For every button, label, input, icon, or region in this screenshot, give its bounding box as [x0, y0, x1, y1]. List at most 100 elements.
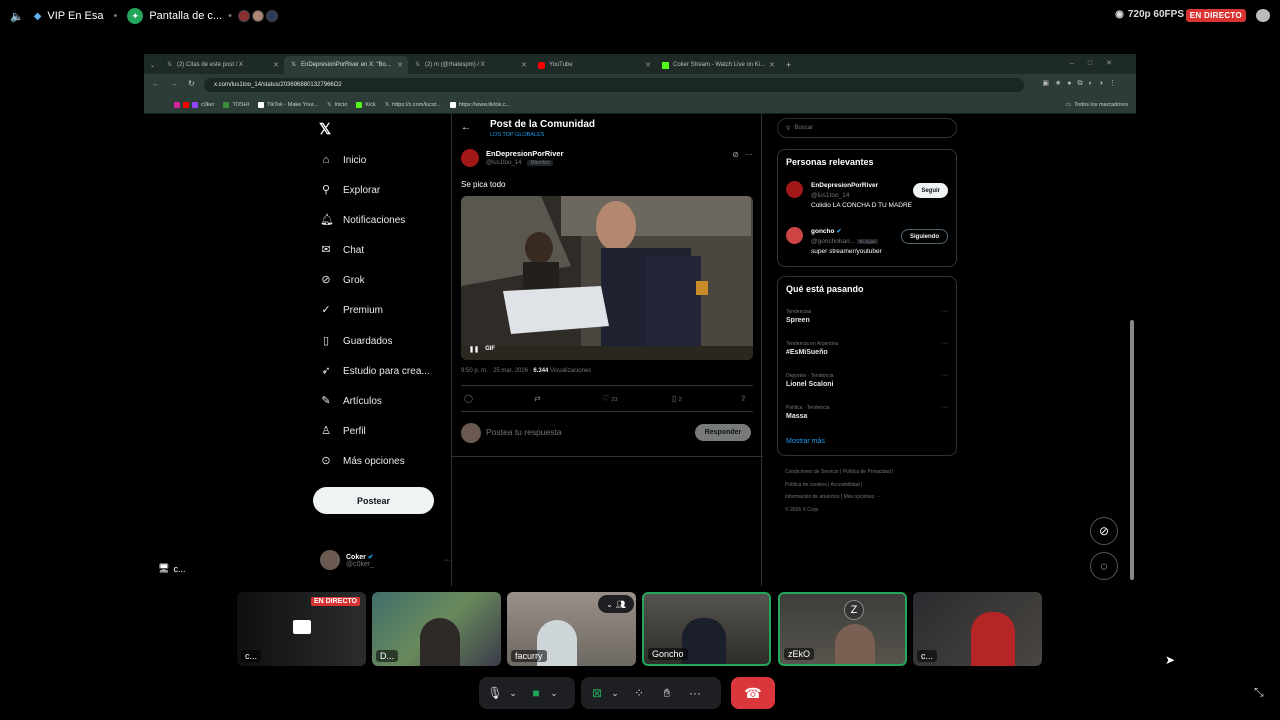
bookmark-4[interactable]: 𝕏 Inicio [327, 102, 347, 108]
bookmark-1[interactable]: c0ker [174, 101, 214, 108]
more-icon[interactable]: ··· [941, 372, 948, 379]
nav-explorar[interactable]: ⚲ Explorar [320, 184, 380, 196]
nav-notificaciones[interactable]: 🔔︎ Notificaciones [320, 214, 405, 226]
more-options-button[interactable]: ··· [684, 682, 706, 704]
share-icon[interactable]: ⇪ [740, 394, 747, 403]
tab-5[interactable]: Coker Stream - Watch Live on Ki... ✕ [656, 56, 780, 74]
exit-fullscreen-icon[interactable]: ⤡ [1254, 685, 1264, 700]
back-arrow-icon[interactable]: ← [461, 122, 471, 133]
more-icon[interactable]: ··· [941, 340, 948, 347]
participant-tile[interactable]: D... [372, 592, 501, 666]
window-controls[interactable]: –□✕ [1070, 59, 1126, 67]
grok-fab[interactable]: ⊘ [1090, 517, 1118, 545]
more-icon[interactable]: ··· [941, 308, 948, 315]
bookmark-button[interactable]: ▯ 2 [672, 394, 682, 403]
participant-tile-stream[interactable]: EN DIRECTO c... [237, 592, 366, 666]
person-row-1[interactable]: EnDepresionPorRiver @lus1too_14 Colidio … [811, 181, 912, 210]
post-handle[interactable]: @lus1too_14 [486, 160, 521, 166]
chat-icon[interactable] [1256, 9, 1270, 22]
more-icon[interactable]: ··· [745, 150, 753, 159]
trend-item[interactable]: Deportes · Tendencia Lionel Scaloni [786, 373, 833, 388]
person-row-2[interactable]: goncho ✔ @gonchoban... Te sigue super st… [811, 227, 882, 256]
tab-2[interactable]: 𝕏 EnDepresionPorRiver en X: "Bo... ✕ [284, 56, 408, 74]
server-info[interactable]: ◆ VIP En Esa • [34, 10, 118, 22]
tab-4[interactable]: YouTube ✕ [532, 56, 656, 74]
participant-tile[interactable]: Goncho [642, 592, 771, 666]
post-button[interactable]: Postear [313, 487, 434, 514]
url-field[interactable]: x.com/lus1too_14/status/2036968801327966… [204, 78, 1024, 92]
x-logo-icon[interactable]: 𝕏 [319, 120, 331, 138]
forward-icon[interactable]: → [170, 79, 178, 88]
nav-grok[interactable]: ⊘ Grok [320, 274, 364, 286]
disconnect-button[interactable]: ☎︎ [731, 677, 775, 709]
mic-options-button[interactable]: ⌄ [506, 682, 520, 704]
footer-link[interactable]: Accesibilidad [831, 482, 860, 488]
participant-tile[interactable]: Z zEkO [778, 592, 907, 666]
nav-estudio[interactable]: ➶ Estudio para crea... [320, 365, 429, 377]
reply-icon[interactable]: ◯ [464, 394, 473, 403]
gif-controls[interactable]: ❚❚ GIF [469, 346, 495, 353]
activity-info[interactable]: ✦ Pantalla de c... • [127, 8, 278, 24]
nav-inicio[interactable]: ⌂ Inicio [320, 154, 367, 166]
nav-articulos[interactable]: ✎ Artículos [320, 395, 382, 407]
following-button[interactable]: Siguiendo [901, 229, 948, 244]
bookmark-2[interactable]: TOSHI [223, 101, 249, 108]
all-bookmarks[interactable]: ▭ Todos los marcadores [1066, 101, 1128, 109]
bookmark-7[interactable]: https://www.tiktok.c... [449, 101, 510, 108]
soundboard-button[interactable]: ✋︎ [656, 682, 678, 704]
share-options-button[interactable]: ⌄ [608, 682, 622, 704]
more-icon[interactable]: ··· [941, 404, 948, 411]
nav-guardados[interactable]: ▯ Guardados [320, 335, 393, 347]
extensions-icons[interactable]: ▣★●⧉◐◑⋮ [1042, 79, 1122, 88]
voice-status[interactable]: 🔈 [10, 10, 24, 23]
footer-link[interactable]: Más opciones ··· [844, 494, 881, 500]
follow-button[interactable]: Seguir [913, 183, 948, 198]
bookmark-6[interactable]: 𝕏https://x.com/lucst... [385, 102, 441, 108]
camera-options-button[interactable]: ⌄ [547, 682, 561, 704]
participant-tile[interactable]: ⌄ 👥︎ facurry [507, 592, 636, 666]
person-avatar[interactable] [786, 227, 803, 244]
tab-3[interactable]: 𝕏 (2) m (@rhatespm) / X ✕ [408, 56, 532, 74]
tab-1[interactable]: 𝕏 (2) Citas de este post / X ✕ [160, 56, 284, 74]
grok-icon[interactable]: ⊘ [732, 150, 739, 159]
bookmark-3[interactable]: TikTok - Make Your... [258, 101, 318, 108]
trend-item[interactable]: Política · Tendencia Massa [786, 405, 830, 420]
person-avatar[interactable] [786, 181, 803, 198]
close-icon[interactable]: ✕ [645, 61, 651, 69]
tab-list-button[interactable]: ⌄ [144, 56, 160, 74]
nav-mas-opciones[interactable]: ⊙ Más opciones [320, 455, 404, 467]
close-icon[interactable]: ✕ [769, 61, 775, 69]
close-icon[interactable]: ✕ [521, 61, 527, 69]
author-avatar[interactable] [461, 149, 479, 167]
share-screen-button[interactable]: ⊠ [586, 682, 608, 704]
post-time[interactable]: 9:50 p. m. · 25 mar. 2026 · [461, 368, 532, 374]
close-icon[interactable]: ✕ [273, 61, 279, 69]
search-input[interactable]: ⚲ Buscar [777, 118, 957, 138]
nav-perfil[interactable]: ♙ Perfil [320, 425, 366, 437]
post-author[interactable]: EnDepresionPorRiver [486, 149, 564, 158]
like-button[interactable]: ♡ 23 [602, 394, 618, 403]
reload-icon[interactable]: ↻ [188, 79, 195, 88]
footer-link[interactable]: Información de anuncios [785, 494, 839, 500]
trend-item[interactable]: Tendencia en Argentina #EsMiSueño [786, 341, 838, 356]
pause-icon[interactable]: ❚❚ [469, 346, 479, 353]
messages-fab[interactable]: ◌ [1090, 552, 1118, 580]
footer-link[interactable]: Política de Privacidad [843, 469, 891, 475]
footer-link[interactable]: Condiciones de Servicio [785, 469, 839, 475]
account-switcher[interactable]: Coker ✔ @c0ker_ ··· [320, 550, 451, 570]
expand-chevron[interactable]: ⌄ 👥︎ [598, 595, 634, 613]
repost-icon[interactable]: ⇄ [534, 394, 541, 403]
participant-tile[interactable]: c... [913, 592, 1042, 666]
nav-chat[interactable]: ✉ Chat [320, 244, 364, 256]
nav-premium[interactable]: ✓ Premium [320, 304, 383, 316]
camera-button[interactable]: ■ [525, 682, 547, 704]
scrollbar-thumb[interactable] [1130, 320, 1134, 580]
page-subtitle[interactable]: LOS TOP GLOBALES [490, 132, 544, 138]
new-tab-button[interactable]: + [780, 56, 800, 74]
footer-link[interactable]: Política de cookies [785, 482, 827, 488]
post-gif[interactable]: ❚❚ GIF [461, 196, 753, 360]
bookmark-5[interactable]: Kick [356, 101, 376, 108]
reply-input[interactable]: Postea tu respuesta [486, 427, 562, 437]
back-icon[interactable]: ← [152, 79, 160, 88]
trend-item[interactable]: Tendencias Spreen [786, 309, 811, 324]
